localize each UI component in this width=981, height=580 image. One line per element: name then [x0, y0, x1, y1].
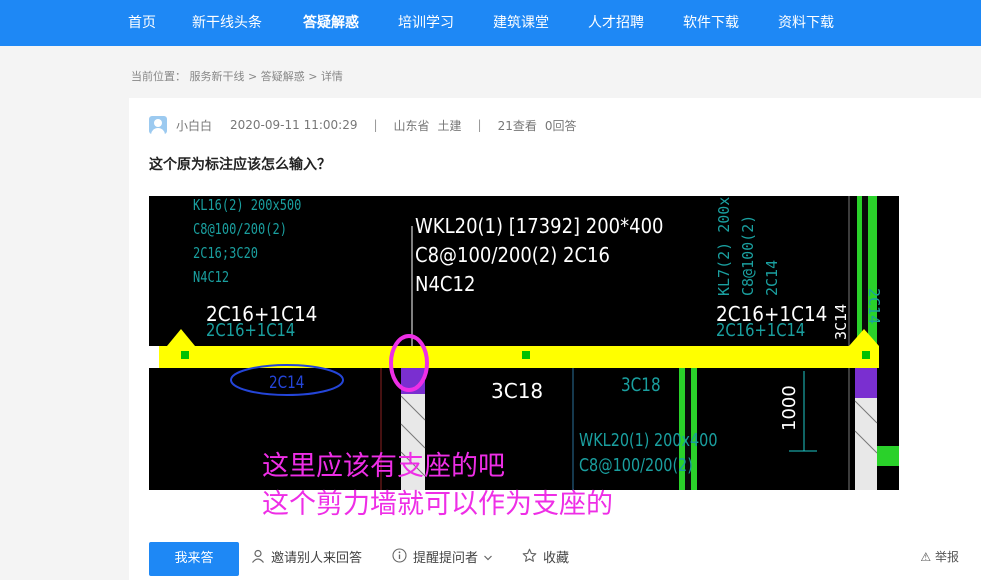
- favorite-button[interactable]: 收藏: [522, 542, 569, 576]
- left-rebar-label-cyan: 2C16+1C14: [206, 320, 296, 341]
- breadcrumb: 当前位置： 服务新干线 > 答疑解惑 > 详情: [131, 68, 343, 84]
- right-edge-label: 2C14: [865, 288, 883, 325]
- invite-label: 邀请别人来回答: [271, 551, 363, 566]
- info-icon: [392, 542, 407, 576]
- cad-label-kl7-rebar: 2C14: [763, 259, 781, 296]
- beam-label-stirrup: C8@100/200(2) 2C16: [415, 243, 610, 267]
- author-name[interactable]: 小白白: [176, 117, 212, 134]
- cad-label-wkl20-bottom: WKL20(1) 200x400: [579, 430, 718, 451]
- invite-button[interactable]: 邀请别人来回答: [251, 542, 362, 576]
- warning-icon: ⚠: [920, 550, 932, 564]
- nav-home[interactable]: 首页: [128, 0, 156, 46]
- breadcrumb-label: 当前位置：: [131, 70, 186, 83]
- post-datetime: 2020-09-11 11:00:29: [230, 118, 358, 132]
- question-card: 小白白 2020-09-11 11:00:29 | 山东省 土建 | 21查看 …: [129, 98, 981, 580]
- dimension-label: 1000: [779, 385, 800, 431]
- category: 土建: [437, 118, 462, 133]
- circled-rebar-label: 2C14: [269, 373, 305, 393]
- nav-qa[interactable]: 答疑解惑: [303, 0, 359, 46]
- top-nav: 首页 新干线头条 答疑解惑 培训学习 建筑课堂 人才招聘 软件下载 资料下载: [0, 0, 981, 46]
- right-rebar-label-cyan: 2C16+1C14: [716, 320, 806, 341]
- cad-label-kl16-stirrup: C8@100/200(2): [193, 220, 287, 238]
- meta-divider: |: [477, 118, 482, 132]
- nav-software[interactable]: 软件下载: [683, 0, 739, 46]
- star-icon: [522, 542, 537, 576]
- breadcrumb-sep: >: [308, 70, 318, 83]
- nav-jobs[interactable]: 人才招聘: [588, 0, 644, 46]
- right-column-label: 3C14: [832, 303, 850, 340]
- question-title: 这个原为标注应该怎么输入？: [149, 157, 331, 173]
- chevron-down-icon: [483, 542, 493, 576]
- cad-label-kl16-rebar: 2C16;3C20: [193, 244, 259, 262]
- view-count: 21查看: [497, 118, 537, 133]
- beam-label-wkl20: WKL20(1) [17392] 200*400: [415, 214, 664, 238]
- remind-button[interactable]: 提醒提问者: [392, 542, 493, 576]
- beam-label-n4c12: N4C12: [415, 272, 476, 296]
- breadcrumb-item-qa[interactable]: 答疑解惑: [261, 70, 305, 83]
- bottom-rebar-label: 3C18: [491, 379, 544, 403]
- nav-training[interactable]: 培训学习: [398, 0, 454, 46]
- nav-classroom[interactable]: 建筑课堂: [493, 0, 549, 46]
- nav-docs[interactable]: 资料下载: [778, 0, 834, 46]
- nav-headlines[interactable]: 新干线头条: [192, 0, 262, 46]
- breadcrumb-item-detail: 详情: [320, 70, 343, 83]
- cad-label-kl7: KL7(2) 200x: [715, 196, 733, 296]
- meta-divider: |: [373, 118, 378, 132]
- annotation-line-1: 这里应该有支座的吧: [262, 451, 505, 482]
- breadcrumb-item-service[interactable]: 服务新干线: [190, 70, 245, 83]
- remind-label: 提醒提问者: [413, 551, 479, 566]
- favorite-label: 收藏: [543, 551, 570, 566]
- province: 山东省: [393, 118, 430, 133]
- question-meta: 小白白 2020-09-11 11:00:29 | 山东省 土建 | 21查看 …: [149, 115, 577, 135]
- annotation-line-2: 这个剪力墙就可以作为支座的: [262, 489, 613, 520]
- cad-label-kl7-stirrup: C8@100(2): [739, 214, 757, 296]
- user-icon: [251, 542, 265, 576]
- cad-label-kl16-n4c12: N4C12: [193, 268, 230, 286]
- answer-count: 0回答: [544, 118, 577, 133]
- breadcrumb-sep: >: [248, 70, 258, 83]
- bottom-rebar-label-cyan: 3C18: [621, 374, 661, 396]
- cad-label-kl16: KL16(2) 200x500: [193, 196, 302, 214]
- cad-label-wkl20-bottom-stirrup: C8@100/200(2): [579, 455, 693, 476]
- report-label: 举报: [934, 550, 959, 564]
- avatar[interactable]: [149, 116, 167, 134]
- action-bar: 我来答 邀请别人来回答 提醒提问者 收藏 ⚠ 举报: [149, 542, 975, 576]
- answer-button[interactable]: 我来答: [149, 542, 239, 576]
- report-button[interactable]: ⚠ 举报: [920, 542, 959, 576]
